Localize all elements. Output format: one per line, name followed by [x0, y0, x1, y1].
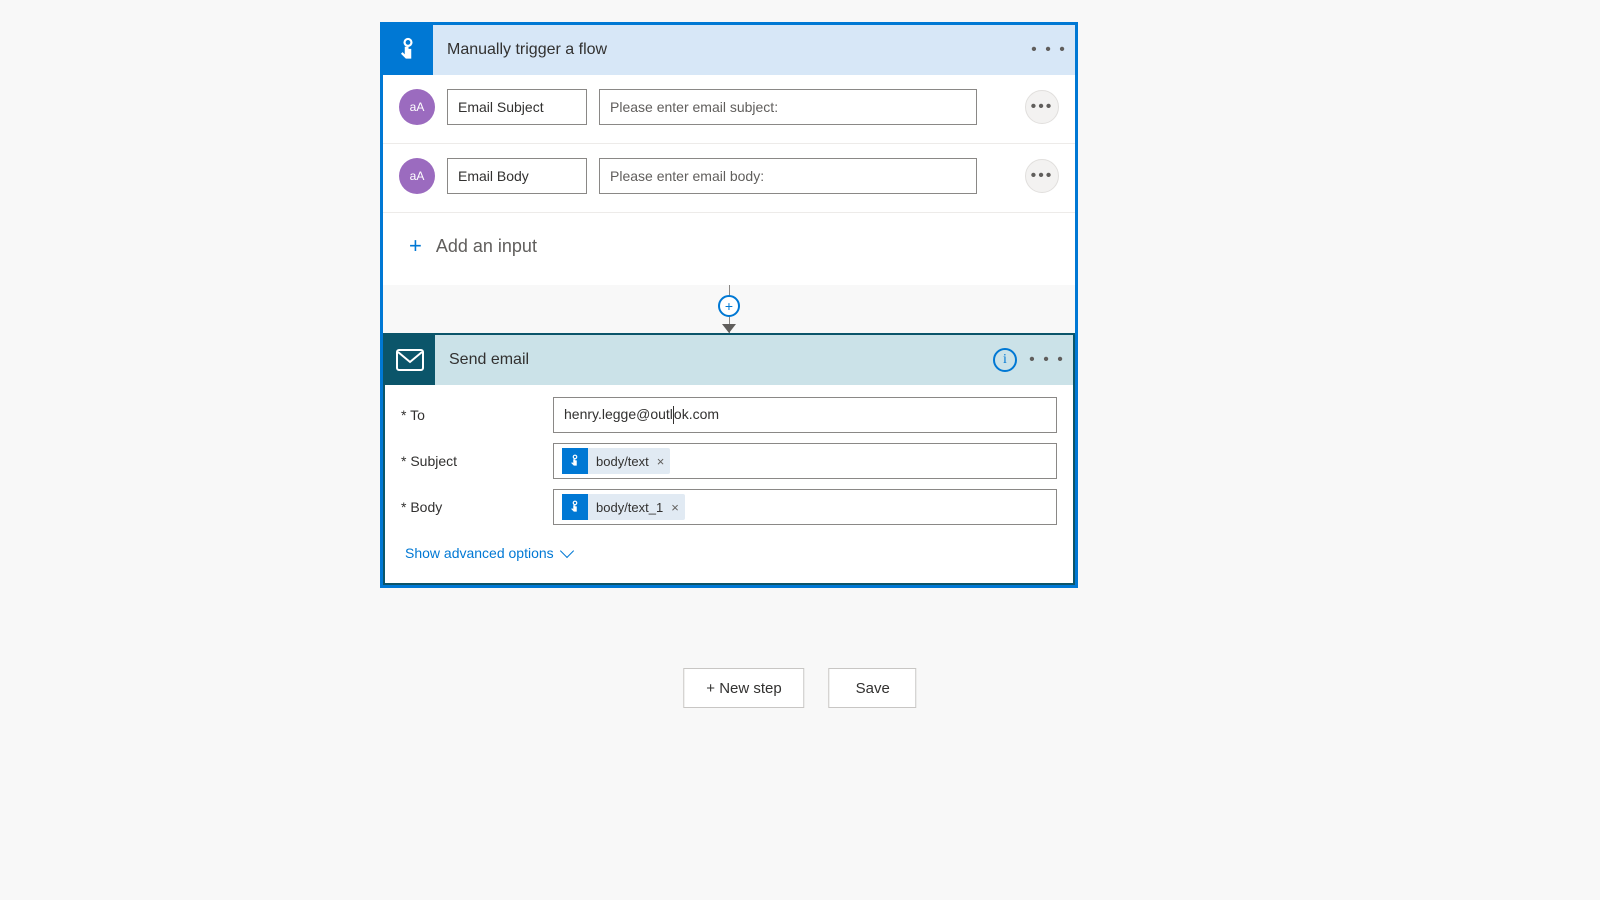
- arrow-down-icon: [722, 324, 736, 333]
- chevron-down-icon: [560, 544, 574, 558]
- trigger-input-row: aA Email Body Please enter email body: •…: [383, 143, 1075, 212]
- action-header[interactable]: Send email i • • •: [385, 335, 1073, 385]
- input-name-value: Email Subject: [458, 99, 544, 115]
- text-type-icon: aA: [399, 158, 435, 194]
- token-remove-button[interactable]: ×: [657, 454, 665, 469]
- connector: +: [383, 285, 1075, 333]
- trigger-menu-button[interactable]: • • •: [1029, 30, 1069, 70]
- field-label: * To: [401, 397, 553, 433]
- action-card: Send email i • • • * To henry.legge@outl…: [383, 333, 1075, 585]
- input-name-value: Email Body: [458, 168, 529, 184]
- to-input[interactable]: henry.legge@outlok.com: [553, 397, 1057, 433]
- manual-trigger-icon: [383, 25, 433, 75]
- trigger-card: Manually trigger a flow • • • aA Email S…: [383, 25, 1075, 285]
- to-value: henry.legge@outlok.com: [562, 402, 721, 428]
- trigger-header[interactable]: Manually trigger a flow • • •: [383, 25, 1075, 75]
- info-button[interactable]: i: [993, 348, 1017, 372]
- input-prompt-value: Please enter email body:: [610, 168, 764, 184]
- field-label: * Body: [401, 489, 553, 525]
- input-row-menu-button[interactable]: •••: [1025, 90, 1059, 124]
- add-step-between-button[interactable]: +: [718, 295, 740, 317]
- subject-input[interactable]: body/text ×: [553, 443, 1057, 479]
- bottom-button-bar: + New step Save: [683, 668, 916, 708]
- send-email-icon: [385, 335, 435, 385]
- field-row-body: * Body body/text_1 ×: [401, 489, 1057, 525]
- trigger-title: Manually trigger a flow: [433, 41, 1029, 59]
- input-row-menu-button[interactable]: •••: [1025, 159, 1059, 193]
- input-name-field[interactable]: Email Body: [447, 158, 587, 194]
- input-prompt-field[interactable]: Please enter email body:: [599, 158, 977, 194]
- add-input-button[interactable]: + Add an input: [383, 212, 1075, 285]
- save-button[interactable]: Save: [829, 668, 917, 708]
- plus-icon: +: [409, 233, 422, 259]
- input-prompt-value: Please enter email subject:: [610, 99, 778, 115]
- dynamic-content-token[interactable]: body/text_1 ×: [562, 494, 685, 520]
- manual-trigger-icon: [562, 448, 588, 474]
- manual-trigger-icon: [562, 494, 588, 520]
- field-row-subject: * Subject body/text ×: [401, 443, 1057, 479]
- save-label: Save: [856, 680, 890, 697]
- flow-designer-frame: Manually trigger a flow • • • aA Email S…: [380, 22, 1078, 588]
- new-step-label: + New step: [706, 680, 781, 697]
- token-remove-button[interactable]: ×: [671, 500, 679, 515]
- action-title: Send email: [435, 351, 993, 369]
- token-label: body/text_1: [596, 500, 663, 515]
- advanced-options-label: Show advanced options: [405, 545, 554, 561]
- more-icon: • • •: [1029, 351, 1065, 369]
- dynamic-content-token[interactable]: body/text ×: [562, 448, 670, 474]
- trigger-body: aA Email Subject Please enter email subj…: [383, 75, 1075, 285]
- input-name-field[interactable]: Email Subject: [447, 89, 587, 125]
- show-advanced-options-button[interactable]: Show advanced options: [401, 535, 1057, 577]
- text-type-icon: aA: [399, 89, 435, 125]
- body-input[interactable]: body/text_1 ×: [553, 489, 1057, 525]
- action-menu-button[interactable]: • • •: [1027, 340, 1067, 380]
- action-body: * To henry.legge@outlok.com * Subject: [385, 385, 1073, 583]
- token-label: body/text: [596, 454, 649, 469]
- field-label: * Subject: [401, 443, 553, 479]
- more-icon: •••: [1031, 167, 1054, 185]
- new-step-button[interactable]: + New step: [683, 668, 804, 708]
- trigger-input-row: aA Email Subject Please enter email subj…: [383, 75, 1075, 143]
- more-icon: •••: [1031, 98, 1054, 116]
- add-input-label: Add an input: [436, 236, 537, 257]
- field-row-to: * To henry.legge@outlok.com: [401, 397, 1057, 433]
- input-prompt-field[interactable]: Please enter email subject:: [599, 89, 977, 125]
- more-icon: • • •: [1031, 41, 1067, 59]
